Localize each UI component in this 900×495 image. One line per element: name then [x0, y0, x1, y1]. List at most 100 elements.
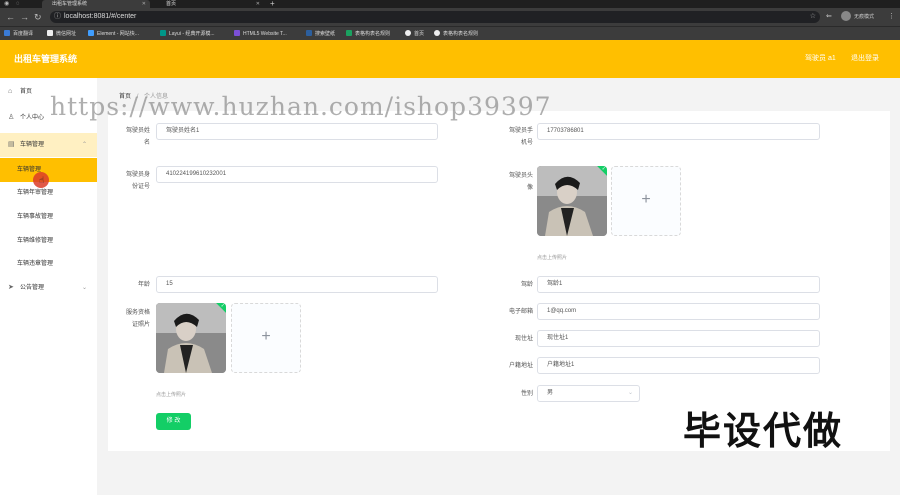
id-card-label: 驾驶员身 份证号 [125, 172, 150, 190]
bookmark-label: 百度翻译 [13, 31, 34, 37]
age-field[interactable]: 15 [156, 276, 438, 293]
person-photo-icon [537, 166, 607, 236]
sidebar-item-label: 个人中心 [20, 115, 45, 121]
address-bar[interactable]: ⓘ localhost:8081/#/center ☆ [50, 11, 820, 23]
tab-label: 首页 [166, 1, 177, 7]
email-field[interactable]: 1@qq.com [537, 303, 820, 320]
avatar-photo[interactable]: ✓ [537, 166, 607, 236]
megaphone-icon: ➤ [8, 284, 14, 291]
app-header: 出租车管理系统 驾驶员 a1 退出登录 [0, 40, 900, 78]
driver-name-field[interactable]: 驾驶员姓名1 [156, 123, 438, 140]
chevron-down-icon: ⌄ [81, 285, 87, 291]
input-value: 户籍地址1 [547, 362, 575, 368]
bookmark-icon [47, 30, 53, 36]
driver-phone-label: 驾驶员手 机号 [508, 128, 533, 146]
bookmark-label: Element - 网站快... [97, 31, 139, 37]
add-avatar-button[interactable]: + [611, 166, 681, 236]
bookmark-label: HTML5 Website T... [243, 31, 287, 37]
plus-icon: + [261, 328, 271, 345]
sidebar-group-notices[interactable]: ➤ 公告管理 ⌄ [0, 276, 97, 300]
bookmark-item[interactable]: 微信网址 [47, 29, 76, 39]
back-icon[interactable]: ← [6, 12, 15, 22]
sidebar-item-label: 首页 [20, 89, 33, 95]
tab-home[interactable]: 首页 ✕ [156, 0, 264, 8]
gender-select[interactable]: 男 ⌄ [537, 385, 640, 402]
vehicle-icon: ▤ [8, 141, 15, 148]
select-value: 男 [547, 390, 554, 396]
sidebar-item-vehicle-accident[interactable]: 车辆事故管理 [0, 205, 97, 229]
site-info-icon[interactable]: ⓘ [54, 11, 61, 23]
reload-icon[interactable]: ↻ [34, 12, 42, 22]
gender-label: 性别 [520, 391, 533, 397]
incognito-label: 无痕模式 [854, 14, 875, 20]
input-value: 驾龄1 [547, 281, 563, 287]
sidebar-group-vehicles[interactable]: ▤ 车辆管理 ⌃ [0, 133, 97, 157]
bookmark-icon [4, 30, 10, 36]
input-value: 17703786801 [547, 128, 584, 134]
bookmark-item[interactable]: 表格构表名规则 [346, 29, 390, 39]
household-label: 户籍地址 [508, 363, 533, 369]
input-value: 410224199610232001 [166, 171, 227, 177]
bookmark-item[interactable]: Layui - 经典开源模... [160, 29, 215, 39]
driving-years-label: 驾龄 [520, 282, 533, 288]
bookmark-item[interactable]: 百度翻译 [4, 29, 33, 39]
browser-tab-bar: ◉ ◌ 出租车管理系统 ✕ 首页 ✕ + [0, 0, 900, 8]
chrome-menu-icon[interactable]: ◉ [4, 0, 9, 8]
bookmark-item[interactable]: 搜索壁纸 [306, 29, 335, 39]
chevron-down-icon: ⌄ [627, 390, 633, 396]
input-value: 1@qq.com [547, 308, 577, 314]
submit-button[interactable]: 修 改 [156, 413, 191, 430]
kebab-menu-icon[interactable]: ⋮ [888, 12, 895, 22]
bookmark-star-icon[interactable]: ☆ [810, 11, 816, 23]
home-icon: ⌂ [8, 88, 13, 95]
sidebar-item-label: 车辆维修管理 [17, 238, 54, 244]
bookmark-item[interactable]: 首页 [405, 29, 424, 39]
tab-close-icon[interactable]: ✕ [256, 0, 260, 8]
bookmark-label: Layui - 经典开源模... [169, 31, 215, 37]
current-user: 驾驶员 a1 [805, 55, 836, 62]
bookmark-item[interactable]: 表格构表名规则 [434, 29, 478, 39]
avatar[interactable] [841, 11, 851, 21]
bookmark-label: 表格构表名规则 [355, 31, 391, 37]
add-photo-button[interactable]: + [231, 303, 301, 373]
tab-close-icon[interactable]: ✕ [142, 0, 146, 8]
sidebar-item-vehicle-repair[interactable]: 车辆维修管理 [0, 229, 97, 253]
tab-active[interactable]: 出租车管理系统 ✕ [42, 0, 150, 8]
bookmark-item[interactable]: HTML5 Website T... [234, 29, 287, 39]
sidebar: ⌂ 首页 ♙ 个人中心 ▤ 车辆管理 ⌃ 车辆管理 车辆年审管理 车辆事故管理 … [0, 78, 97, 495]
new-tab-icon[interactable]: + [270, 0, 275, 8]
sidebar-item-label: 车辆违章管理 [17, 261, 54, 267]
bookmark-label: 表格构表名规则 [443, 31, 479, 37]
id-card-field[interactable]: 410224199610232001 [156, 166, 438, 183]
sidebar-item-vehicle-inspection[interactable]: 车辆年审管理 [0, 181, 97, 205]
tab-label: 出租车管理系统 [52, 1, 88, 7]
person-photo-icon [156, 303, 226, 373]
household-field[interactable]: 户籍地址1 [537, 357, 820, 374]
bookmarks-bar: 百度翻译 微信网址 Element - 网站快... Layui - 经典开源模… [0, 26, 900, 40]
logout-link[interactable]: 退出登录 [851, 40, 879, 78]
sidebar-item-label: 车辆年审管理 [17, 190, 54, 196]
service-cert-photo[interactable]: ✓ [156, 303, 226, 373]
extensions-icon[interactable]: ⇐ [826, 12, 832, 22]
sidebar-item-vehicle-violation[interactable]: 车辆违章管理 [0, 252, 97, 276]
chevron-up-icon: ⌃ [81, 142, 87, 148]
bookmark-icon [160, 30, 166, 36]
address-field[interactable]: 现住址1 [537, 330, 820, 347]
bookmark-item[interactable]: Element - 网站快... [88, 29, 139, 39]
upload-hint: 点击上传照片 [537, 255, 568, 261]
user-icon: ♙ [8, 114, 15, 121]
hand-cursor-icon: ☝ [39, 175, 45, 185]
forward-icon[interactable]: → [20, 12, 29, 22]
driver-phone-field[interactable]: 17703786801 [537, 123, 820, 140]
bookmark-icon [434, 30, 440, 36]
driving-years-field[interactable]: 驾龄1 [537, 276, 820, 293]
bookmark-icon [88, 30, 94, 36]
bookmark-label: 搜索壁纸 [315, 31, 336, 37]
address-label: 现住址 [514, 336, 533, 342]
check-icon: ✓ [220, 303, 225, 309]
check-icon: ✓ [601, 166, 606, 172]
tab-search-icon[interactable]: ◌ [16, 0, 20, 8]
url-text: localhost:8081/#/center [64, 13, 137, 20]
input-value: 驾驶员姓名1 [166, 128, 200, 134]
input-value: 现住址1 [547, 335, 569, 341]
